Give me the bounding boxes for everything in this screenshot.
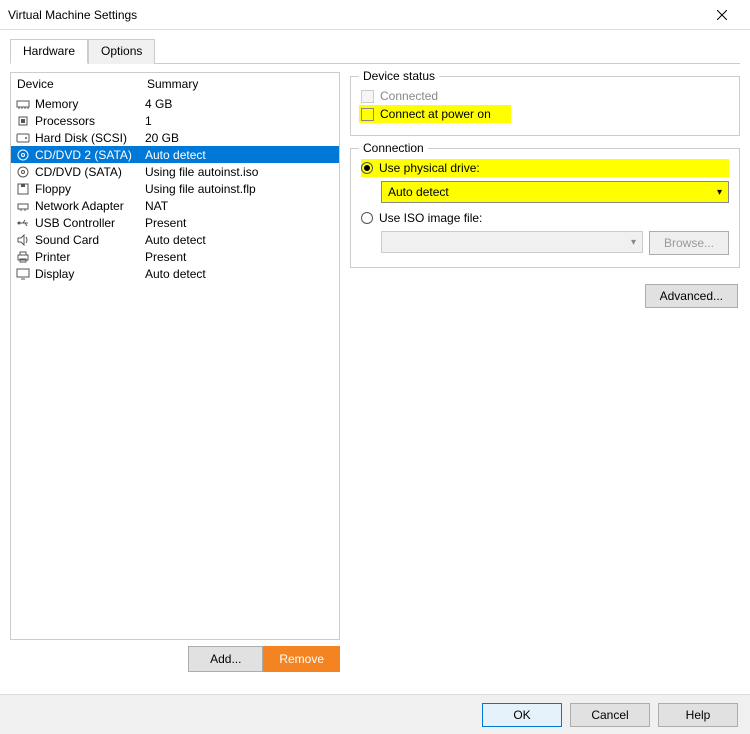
usb-icon <box>15 216 31 230</box>
display-icon <box>15 267 31 281</box>
physical-drive-dropdown[interactable]: Auto detect ▾ <box>381 181 729 203</box>
device-row[interactable]: Network Adapter NAT <box>11 197 339 214</box>
device-row[interactable]: Hard Disk (SCSI) 20 GB <box>11 129 339 146</box>
help-button[interactable]: Help <box>658 703 738 727</box>
physical-drive-value: Auto detect <box>388 185 449 199</box>
device-status-group: Device status Connected Connect at power… <box>350 76 740 136</box>
cpu-icon <box>15 114 31 128</box>
close-icon <box>717 10 727 20</box>
sound-icon <box>15 233 31 247</box>
disk-icon <box>15 131 31 145</box>
connected-row: Connected <box>361 87 729 105</box>
use-physical-radio[interactable] <box>361 162 373 174</box>
device-name: Network Adapter <box>35 199 124 213</box>
device-status-legend: Device status <box>359 69 439 83</box>
use-iso-row[interactable]: Use ISO image file: <box>361 209 729 227</box>
cd-icon <box>15 148 31 162</box>
device-row[interactable]: CD/DVD 2 (SATA) Auto detect <box>11 146 339 163</box>
connected-checkbox <box>361 90 374 103</box>
device-name: Printer <box>35 250 70 264</box>
bottom-bar: OK Cancel Help <box>0 694 750 734</box>
device-name: CD/DVD (SATA) <box>35 165 122 179</box>
device-summary: Auto detect <box>145 233 335 247</box>
advanced-button[interactable]: Advanced... <box>645 284 738 308</box>
connect-poweron-checkbox[interactable] <box>361 108 374 121</box>
use-iso-radio[interactable] <box>361 212 373 224</box>
device-summary: 4 GB <box>145 97 335 111</box>
device-name: Floppy <box>35 182 71 196</box>
connection-group: Connection Use physical drive: Auto dete… <box>350 148 740 268</box>
header-device: Device <box>17 77 147 91</box>
chevron-down-icon: ▾ <box>631 237 636 248</box>
device-summary: Present <box>145 216 335 230</box>
remove-button[interactable]: Remove <box>263 646 340 672</box>
floppy-icon <box>15 182 31 196</box>
chevron-down-icon: ▾ <box>717 187 722 198</box>
device-summary: Using file autoinst.flp <box>145 182 335 196</box>
device-list-header: Device Summary <box>11 73 339 95</box>
device-summary: 1 <box>145 114 335 128</box>
printer-icon <box>15 250 31 264</box>
device-name: USB Controller <box>35 216 115 230</box>
tab-options[interactable]: Options <box>88 39 155 64</box>
browse-button: Browse... <box>649 231 729 255</box>
use-physical-label: Use physical drive: <box>379 161 480 175</box>
device-summary: 20 GB <box>145 131 335 145</box>
device-name: Sound Card <box>35 233 99 247</box>
cancel-button[interactable]: Cancel <box>570 703 650 727</box>
device-row[interactable]: Sound Card Auto detect <box>11 231 339 248</box>
tab-bar: Hardware Options <box>10 38 740 64</box>
use-physical-row[interactable]: Use physical drive: <box>361 159 729 177</box>
iso-path-dropdown: ▾ <box>381 231 643 253</box>
use-iso-label: Use ISO image file: <box>379 211 482 225</box>
device-row[interactable]: Printer Present <box>11 248 339 265</box>
connect-poweron-label: Connect at power on <box>380 107 491 121</box>
connection-legend: Connection <box>359 141 428 155</box>
device-name: Display <box>35 267 74 281</box>
window-title: Virtual Machine Settings <box>8 8 137 22</box>
device-row[interactable]: CD/DVD (SATA) Using file autoinst.iso <box>11 163 339 180</box>
device-row[interactable]: Processors 1 <box>11 112 339 129</box>
ok-button[interactable]: OK <box>482 703 562 727</box>
device-row[interactable]: Display Auto detect <box>11 265 339 282</box>
device-list: Device Summary Memory4 GBProcessors1Hard… <box>10 72 340 640</box>
network-icon <box>15 199 31 213</box>
device-row[interactable]: Memory 4 GB <box>11 95 339 112</box>
device-summary: NAT <box>145 199 335 213</box>
device-row[interactable]: USB Controller Present <box>11 214 339 231</box>
close-button[interactable] <box>702 0 742 30</box>
device-name: Memory <box>35 97 78 111</box>
device-name: Processors <box>35 114 95 128</box>
tab-hardware[interactable]: Hardware <box>10 39 88 64</box>
device-summary: Present <box>145 250 335 264</box>
titlebar: Virtual Machine Settings <box>0 0 750 30</box>
add-button[interactable]: Add... <box>188 646 263 672</box>
cd-icon <box>15 165 31 179</box>
device-name: CD/DVD 2 (SATA) <box>35 148 132 162</box>
header-summary: Summary <box>147 77 333 91</box>
device-name: Hard Disk (SCSI) <box>35 131 127 145</box>
device-summary: Using file autoinst.iso <box>145 165 335 179</box>
memory-icon <box>15 97 31 111</box>
device-summary: Auto detect <box>145 267 335 281</box>
connected-label: Connected <box>380 89 438 103</box>
connect-poweron-row[interactable]: Connect at power on <box>359 105 511 123</box>
device-summary: Auto detect <box>145 148 335 162</box>
device-row[interactable]: Floppy Using file autoinst.flp <box>11 180 339 197</box>
